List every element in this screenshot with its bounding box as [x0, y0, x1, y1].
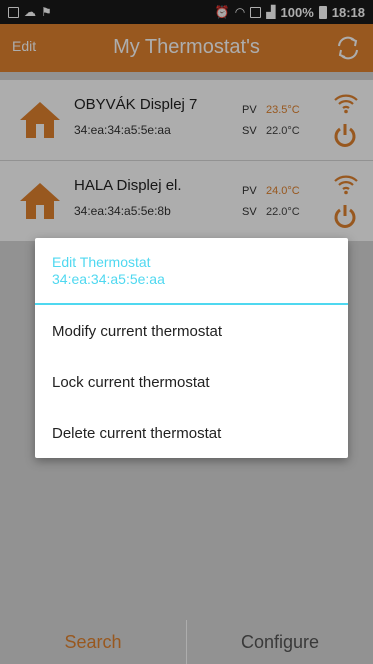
dialog-divider [35, 303, 348, 305]
lock-thermostat-item[interactable]: Lock current thermostat [52, 368, 332, 398]
delete-thermostat-item[interactable]: Delete current thermostat [52, 419, 332, 449]
dialog-title-text: Edit Thermostat [52, 254, 151, 270]
dialog-title: Edit Thermostat 34:ea:34:a5:5e:aa [52, 254, 165, 288]
dialog-subtitle: 34:ea:34:a5:5e:aa [52, 271, 165, 287]
edit-thermostat-dialog: Edit Thermostat 34:ea:34:a5:5e:aa Modify… [35, 238, 348, 458]
modify-thermostat-item[interactable]: Modify current thermostat [52, 317, 332, 347]
